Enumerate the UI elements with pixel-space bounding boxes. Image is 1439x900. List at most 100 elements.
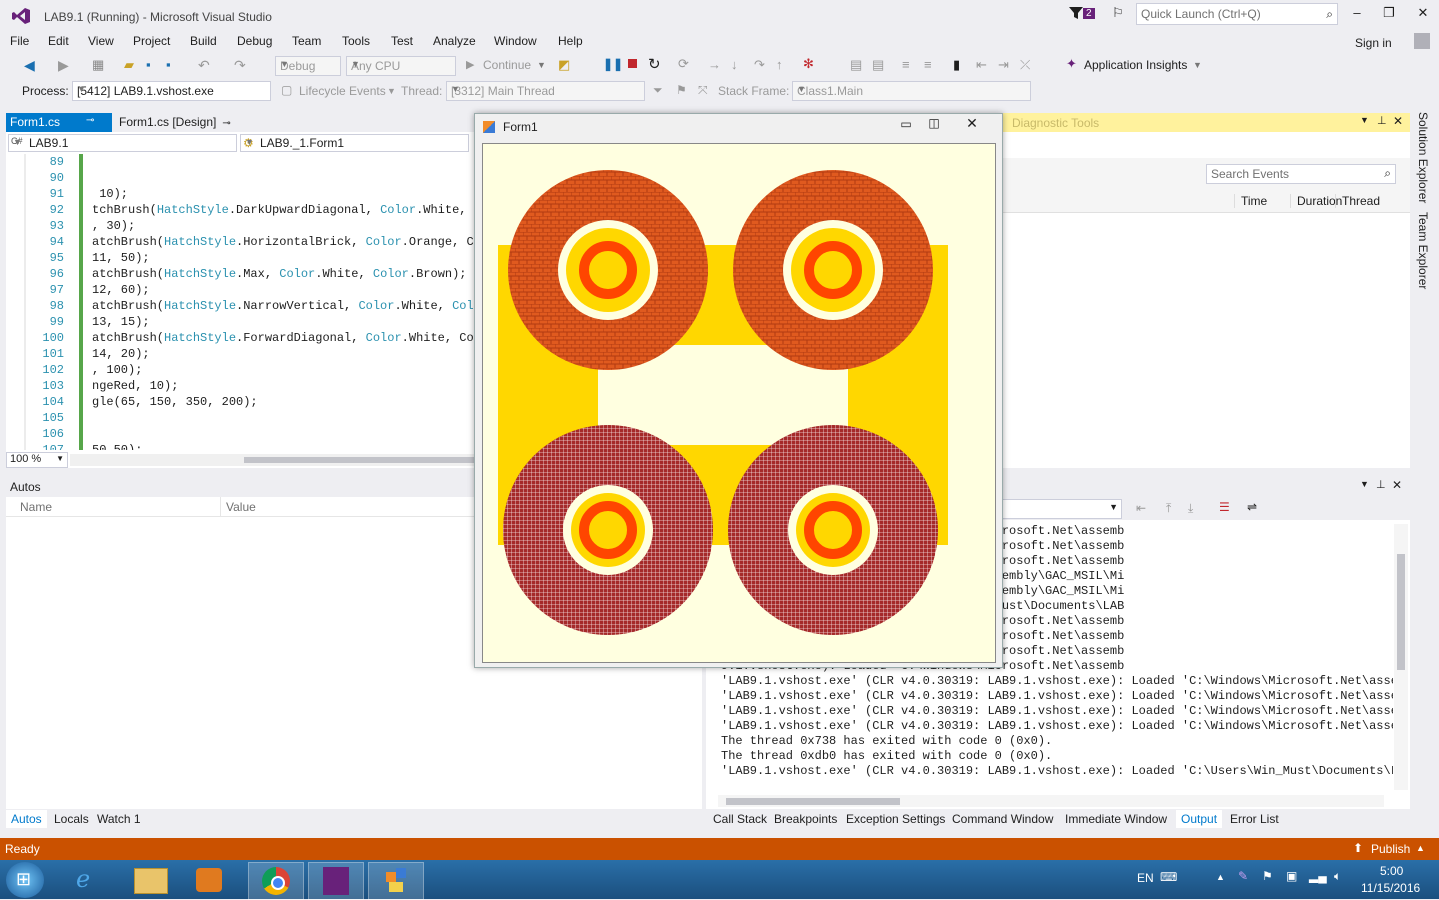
tab-locals[interactable]: Locals [54, 812, 89, 826]
scrollbar-thumb[interactable] [1397, 554, 1405, 670]
visual-studio-taskbar-button[interactable] [308, 862, 364, 900]
vs-tray-icon[interactable]: ✎ [1238, 869, 1248, 883]
new-project-icon[interactable]: ▦ [92, 57, 104, 73]
menu-project[interactable]: Project [133, 34, 170, 48]
save-all-icon[interactable]: ▪ [166, 57, 171, 72]
file-explorer-icon[interactable] [134, 868, 168, 894]
menu-build[interactable]: Build [190, 34, 217, 48]
process-dropdown[interactable]: [5412] LAB9.1.vshost.exe ▼ [72, 81, 271, 101]
network-icon[interactable]: ▂▄ [1309, 869, 1327, 883]
step-into-icon[interactable]: ↓ [731, 57, 738, 72]
filter-notification-icon[interactable] [1068, 5, 1084, 21]
clock-time[interactable]: 5:00 [1380, 864, 1403, 878]
vertical-scrollbar[interactable] [1394, 524, 1408, 790]
chevron-down-icon[interactable]: ▼ [537, 60, 546, 70]
pin-icon[interactable]: ⊸ [86, 115, 94, 126]
word-wrap-icon[interactable]: ⇌ [1247, 500, 1257, 514]
close-button[interactable]: ✕ [1414, 5, 1432, 23]
tab-breakpoints[interactable]: Breakpoints [774, 812, 837, 826]
tab-form1-design[interactable]: Form1.cs [Design] ⊸ [115, 113, 235, 134]
form-app-taskbar-button[interactable] [368, 862, 424, 900]
col-thread[interactable]: Thread [1335, 194, 1380, 208]
save-icon[interactable]: ▪ [146, 57, 151, 72]
minimize-button[interactable]: – [1348, 5, 1366, 23]
prev-message-icon[interactable]: ⤒ [1166, 501, 1171, 516]
volume-icon[interactable]: 🔈︎ [1334, 869, 1341, 884]
language-indicator[interactable]: EN [1137, 871, 1154, 885]
exception-icon[interactable]: ✻ [803, 56, 814, 72]
bookmark-icon[interactable]: ▮ [953, 57, 960, 73]
code-area[interactable]: 89 90 91 10); 92 tchBrush(HatchStyle.DarkUpw… [6, 154, 476, 450]
sign-in-link[interactable]: Sign in [1355, 36, 1392, 50]
thread-dropdown[interactable]: [3312] Main Thread ▼ [446, 81, 645, 101]
continue-icon[interactable]: ▶ [466, 58, 474, 71]
forward-icon[interactable]: ▶ [58, 57, 69, 74]
step-out-icon[interactable]: ↑ [776, 57, 783, 72]
flag-icon[interactable]: ⚑ [676, 83, 687, 97]
tab-autos[interactable]: Autos [6, 810, 47, 828]
tab-call-stack[interactable]: Call Stack [713, 812, 767, 826]
redo-icon[interactable]: ↷ [234, 57, 246, 74]
publish-button[interactable]: Publish [1371, 842, 1410, 856]
menu-team[interactable]: Team [292, 34, 321, 48]
close-icon[interactable]: ✕ [1393, 114, 1403, 128]
avatar[interactable] [1414, 33, 1430, 49]
quick-launch-input[interactable]: Quick Launch (Ctrl+Q) ⌕ [1136, 3, 1338, 25]
menu-window[interactable]: Window [494, 34, 537, 48]
device-tray-icon[interactable]: ▣ [1286, 869, 1297, 883]
stop-icon[interactable] [628, 59, 637, 68]
tab-immediate-window[interactable]: Immediate Window [1065, 812, 1167, 826]
search-icon[interactable]: ⌕ [1384, 166, 1391, 181]
form-minimize-button[interactable]: ▭ [894, 117, 918, 133]
stack-frame-dropdown[interactable]: Class1.Main ▼ [792, 81, 1031, 101]
col-time[interactable]: Time [1234, 194, 1267, 208]
indent-icon[interactable]: ≡ [902, 57, 910, 72]
scrollbar-thumb[interactable] [726, 798, 900, 805]
menu-file[interactable]: File [10, 34, 29, 48]
close-icon[interactable]: ✕ [1392, 478, 1402, 492]
code-editor[interactable]: C# LAB9.1 ▼ ⚙ LAB9._1.Form1 ▼ 89 90 91 10); 92 t… [6, 132, 484, 468]
keyboard-icon[interactable]: ⌨ [1160, 870, 1177, 884]
next-message-icon[interactable]: ⤓ [1188, 501, 1193, 516]
go-to-error-icon[interactable]: ⇤ [1136, 501, 1146, 515]
scrollbar-thumb[interactable] [244, 457, 484, 463]
tab-error-list[interactable]: Error List [1230, 812, 1279, 826]
search-events-input[interactable]: Search Events ⌕ [1206, 164, 1396, 184]
pin-icon[interactable]: ⊸ [222, 118, 230, 129]
configuration-dropdown[interactable]: Debug ▼ [275, 56, 341, 76]
project-combo[interactable]: C# LAB9.1 ▼ [8, 134, 237, 152]
chrome-taskbar-button[interactable] [248, 862, 304, 900]
feedback-icon[interactable]: ⚐ [1112, 5, 1124, 21]
chevron-down-icon[interactable]: ▼ [1360, 115, 1369, 125]
pin-icon[interactable]: ⊥ [1376, 478, 1386, 491]
menu-test[interactable]: Test [391, 34, 413, 48]
chevron-down-icon[interactable]: ▼ [1193, 60, 1202, 70]
start-button[interactable]: ⊞ [6, 862, 44, 898]
team-explorer-tab[interactable]: Team Explorer [1416, 212, 1430, 289]
restore-button[interactable]: ❐ [1380, 5, 1398, 23]
application-insights-button[interactable]: Application Insights [1084, 58, 1187, 72]
zoom-dropdown[interactable]: 100 % ▼ [6, 452, 68, 468]
prev-bookmark-icon[interactable]: ⇤ [976, 57, 987, 73]
form1-window[interactable]: Form1 ▭ ◫ ✕ [474, 113, 1003, 668]
clock-date[interactable]: 11/15/2016 [1361, 881, 1420, 895]
flag-tray-icon[interactable]: ⚑ [1262, 869, 1273, 883]
comment-icon[interactable]: ▤ [850, 57, 862, 73]
show-hidden-icons[interactable]: ▲ [1216, 872, 1225, 882]
menu-help[interactable]: Help [558, 34, 583, 48]
chevron-down-icon[interactable]: ▼ [1360, 479, 1369, 489]
clear-all-icon[interactable]: ☰ [1219, 500, 1230, 514]
tab-output[interactable]: Output [1176, 810, 1223, 828]
step-over-icon[interactable]: ↷ [754, 57, 765, 73]
form-close-button[interactable]: ✕ [952, 115, 992, 133]
tab-exception-settings[interactable]: Exception Settings [846, 812, 945, 826]
filter-icon[interactable]: ⏷ [653, 83, 663, 98]
menu-analyze[interactable]: Analyze [433, 34, 476, 48]
refresh-icon[interactable]: ⟳ [678, 56, 689, 72]
restart-icon[interactable]: ↻ [648, 55, 661, 73]
form-client-area[interactable] [482, 143, 996, 663]
col-name[interactable]: Name [20, 500, 52, 514]
tab-watch-1[interactable]: Watch 1 [97, 812, 141, 826]
col-value[interactable]: Value [226, 500, 256, 514]
media-player-icon[interactable] [196, 868, 222, 892]
